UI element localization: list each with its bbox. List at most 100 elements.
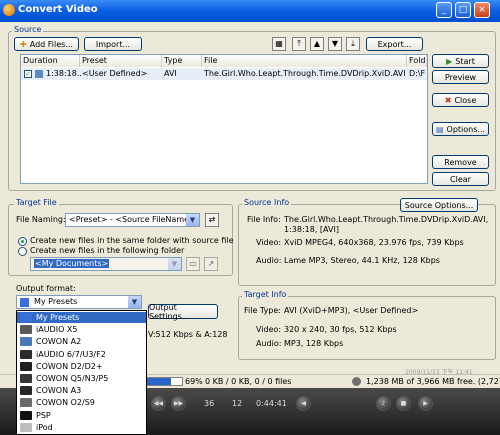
- device-icon: [20, 361, 32, 371]
- format-option[interactable]: iPod: [17, 422, 146, 433]
- move-top-icon[interactable]: ⤒: [292, 37, 306, 51]
- col-folder[interactable]: Fold: [407, 55, 427, 67]
- source-group-label: Source: [12, 25, 44, 34]
- format-option[interactable]: iAUDIO X5: [17, 324, 146, 335]
- row-type: AVI: [164, 69, 177, 78]
- format-option[interactable]: My Presets: [17, 312, 146, 323]
- format-option[interactable]: PSP: [17, 410, 146, 421]
- device-icon: [20, 325, 32, 335]
- import-button[interactable]: Import...: [84, 37, 142, 51]
- output-format-dropdown[interactable]: My Presets iAUDIO X5 COWON A2 iAUDIO 6/7/U3…: [16, 310, 147, 435]
- format-option[interactable]: COWON A2: [17, 336, 146, 347]
- free-space-text: 1,238 MB of 3,966 MB free. (2,727 MI: [366, 377, 500, 386]
- start-button[interactable]: ▶ Start: [432, 54, 489, 68]
- title-bar: Convert Video _ □ ×: [0, 0, 500, 22]
- file-info-label: File Info:: [247, 215, 281, 224]
- row-preset: <User Defined>: [82, 69, 148, 78]
- stop-icon[interactable]: ■: [396, 396, 411, 411]
- output-format-select[interactable]: My Presets ▼: [16, 295, 142, 309]
- device-icon: [20, 386, 32, 396]
- col-file[interactable]: File: [202, 55, 407, 67]
- file-list[interactable]: Duration Preset Type File Fold ✓ 1:38:18…: [20, 54, 428, 184]
- options-button[interactable]: ▤ Options...: [432, 122, 489, 136]
- device-icon: [20, 422, 32, 432]
- format-option[interactable]: COWON D2/D2+: [17, 361, 146, 372]
- format-option-label: iAUDIO 6/7/U3/F2: [36, 349, 106, 359]
- move-up-icon[interactable]: ▲: [310, 37, 324, 51]
- naming-edit-icon[interactable]: ⇄: [205, 213, 219, 227]
- file-info-value: The.Girl.Who.Leapt.Through.Time.DVDrip.X…: [284, 215, 489, 234]
- play-pause-icon[interactable]: ▶: [418, 396, 433, 411]
- close-button[interactable]: ✖ Close: [432, 93, 489, 107]
- format-option-label: COWON A2: [36, 337, 82, 347]
- move-bottom-icon[interactable]: ⤓: [346, 37, 360, 51]
- disk-icon: [352, 377, 361, 386]
- format-option[interactable]: COWON Q5/N3/P5: [17, 373, 146, 384]
- clear-button[interactable]: Clear: [432, 172, 489, 186]
- move-down-icon[interactable]: ▼: [328, 37, 342, 51]
- transfer-text: 0 KB / 0 KB, 0 / 0 files: [205, 377, 292, 386]
- video-file-icon: [35, 70, 43, 78]
- minimize-button[interactable]: _: [436, 2, 452, 18]
- chevron-down-icon: ▼: [168, 258, 181, 270]
- browse-folder-icon[interactable]: ▭: [186, 257, 200, 271]
- row-duration: 1:38:18...: [46, 69, 82, 78]
- radio-same-folder-label: Create new files in the same folder with…: [30, 236, 234, 245]
- player-channel-1: 36: [204, 399, 215, 408]
- target-video-value: 320 x 240, 30 fps, 512 Kbps: [284, 325, 397, 334]
- row-checkbox[interactable]: ✓: [24, 70, 32, 78]
- format-option-label: iAUDIO X5: [36, 325, 78, 335]
- add-files-button[interactable]: ✚ Add Files...: [14, 37, 79, 51]
- file-type-value: AVI (XviD+MP3), <User Defined>: [284, 306, 419, 315]
- device-icon: [20, 313, 32, 322]
- format-option-label: My Presets: [36, 313, 80, 322]
- audio-value: Lame MP3, Stereo, 44.1 KHz, 128 Kbps: [284, 256, 440, 265]
- play-icon: ▶: [446, 56, 453, 66]
- close-window-button[interactable]: ×: [474, 2, 490, 18]
- radio-same-folder[interactable]: [18, 237, 27, 246]
- volume-icon[interactable]: ♪: [376, 396, 391, 411]
- output-settings-button[interactable]: Output Settings...: [148, 303, 218, 321]
- col-preset[interactable]: Preset: [80, 55, 162, 67]
- output-format-label: Output format:: [16, 284, 76, 293]
- options-icon: ▤: [435, 124, 444, 134]
- window-title: Convert Video: [18, 4, 98, 15]
- col-type[interactable]: Type: [162, 55, 202, 67]
- presets-icon: [20, 298, 29, 307]
- col-duration[interactable]: Duration: [21, 55, 80, 67]
- progress-bar: [145, 377, 183, 386]
- clock-overlay: 2009/11/13 下午 11:41: [405, 369, 473, 376]
- device-icon: [20, 349, 32, 359]
- progress-percent: 69%: [185, 377, 203, 386]
- file-naming-select[interactable]: <Preset> - <Source FileName> ▼: [65, 213, 200, 227]
- format-option[interactable]: COWON O2/S9: [17, 397, 146, 408]
- preview-button[interactable]: Preview: [432, 70, 489, 84]
- video-value: XviD MPEG4, 640x368, 23.976 fps, 739 Kbp…: [284, 238, 464, 247]
- target-info-group-label: Target Info: [242, 290, 289, 299]
- format-option-label: COWON O2/S9: [36, 398, 95, 408]
- chevron-down-icon: ▼: [186, 214, 199, 226]
- remove-button[interactable]: Remove: [432, 155, 489, 169]
- open-folder-icon[interactable]: ↗: [204, 257, 218, 271]
- video-label: Video:: [256, 238, 282, 247]
- format-option[interactable]: COWON A3: [17, 385, 146, 396]
- format-option-label: iPod: [36, 422, 53, 432]
- maximize-button[interactable]: □: [455, 2, 471, 18]
- format-option[interactable]: iAUDIO 6/7/U3/F2: [17, 349, 146, 360]
- format-option-label: COWON D2/D2+: [36, 361, 103, 371]
- target-folder-select[interactable]: <My Documents> ▼: [30, 257, 182, 271]
- target-audio-value: MP3, 128 Kbps: [284, 339, 344, 348]
- source-options-button[interactable]: Source Options...: [400, 198, 478, 212]
- next-icon[interactable]: ▶▶: [171, 396, 186, 411]
- radio-following-folder-label: Create new files in the following folder: [30, 246, 185, 255]
- radio-following-folder[interactable]: [18, 247, 27, 256]
- player-channel-2: 12: [232, 399, 243, 408]
- export-button[interactable]: Export...: [366, 37, 423, 51]
- target-file-group-label: Target File: [14, 198, 59, 207]
- device-icon: [20, 374, 32, 383]
- progress-fill: [146, 378, 171, 385]
- previous-icon[interactable]: ◀◀: [151, 396, 166, 411]
- select-all-icon[interactable]: ▦: [272, 37, 286, 51]
- app-icon: [3, 4, 15, 16]
- rewind-icon[interactable]: ◀: [296, 396, 311, 411]
